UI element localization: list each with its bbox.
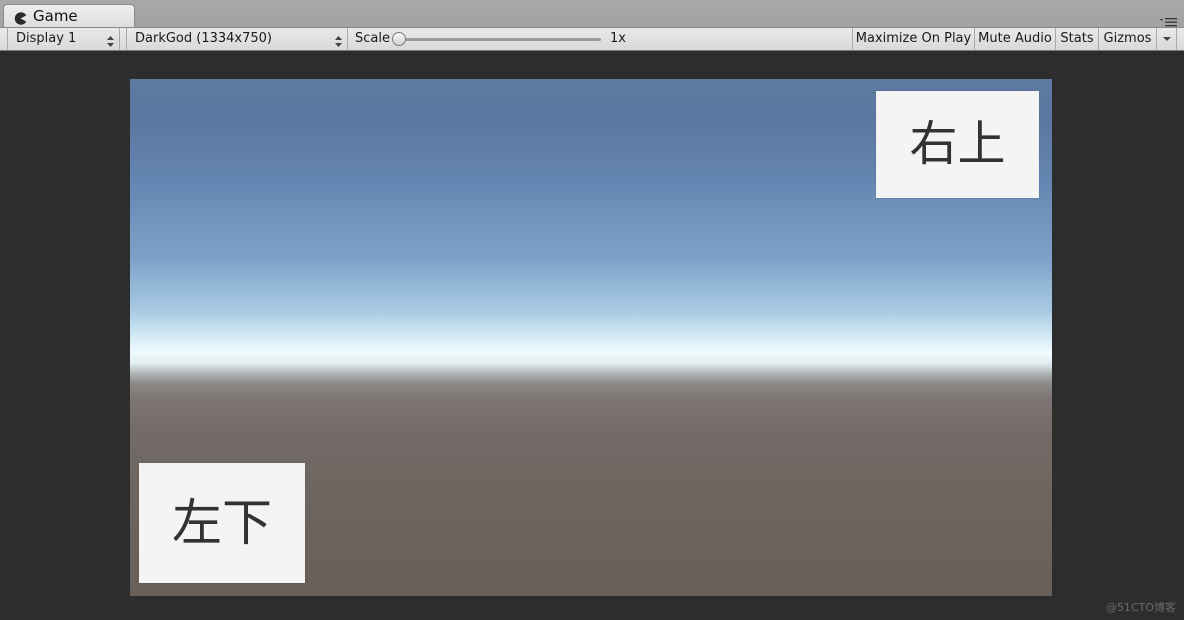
pacman-icon bbox=[14, 10, 27, 29]
tab-bar: Game bbox=[0, 0, 1184, 28]
tab-game[interactable]: Game bbox=[3, 4, 135, 27]
game-viewport[interactable]: 右上 左下 bbox=[130, 79, 1052, 596]
scale-slider-track[interactable] bbox=[397, 38, 601, 41]
resolution-dropdown[interactable]: DarkGod (1334x750) bbox=[126, 28, 348, 50]
up-down-arrows-icon bbox=[335, 33, 342, 55]
scale-slider-thumb[interactable] bbox=[392, 32, 406, 46]
stats-button[interactable]: Stats bbox=[1055, 28, 1098, 50]
gizmos-button[interactable]: Gizmos bbox=[1098, 28, 1156, 50]
gizmos-dropdown-button[interactable] bbox=[1156, 28, 1177, 50]
mute-audio-button[interactable]: Mute Audio bbox=[974, 28, 1055, 50]
top-right-button[interactable]: 右上 bbox=[876, 91, 1039, 198]
menu-lines-icon[interactable] bbox=[1160, 13, 1178, 27]
maximize-on-play-button[interactable]: Maximize On Play bbox=[852, 28, 974, 50]
resolution-dropdown-value: DarkGod (1334x750) bbox=[135, 31, 272, 46]
game-toolbar: Display 1 DarkGod (1334x750) Scale 1x Ma… bbox=[0, 28, 1184, 51]
chevron-down-icon bbox=[1162, 31, 1171, 46]
display-dropdown-value: Display 1 bbox=[16, 31, 77, 46]
up-down-arrows-icon bbox=[107, 33, 114, 55]
bottom-left-button[interactable]: 左下 bbox=[139, 463, 305, 583]
scale-label: Scale bbox=[355, 31, 390, 46]
watermark: @51CTO博客 bbox=[1105, 601, 1176, 614]
scale-value: 1x bbox=[610, 31, 626, 46]
display-dropdown[interactable]: Display 1 bbox=[7, 28, 120, 50]
tab-label: Game bbox=[33, 7, 78, 25]
